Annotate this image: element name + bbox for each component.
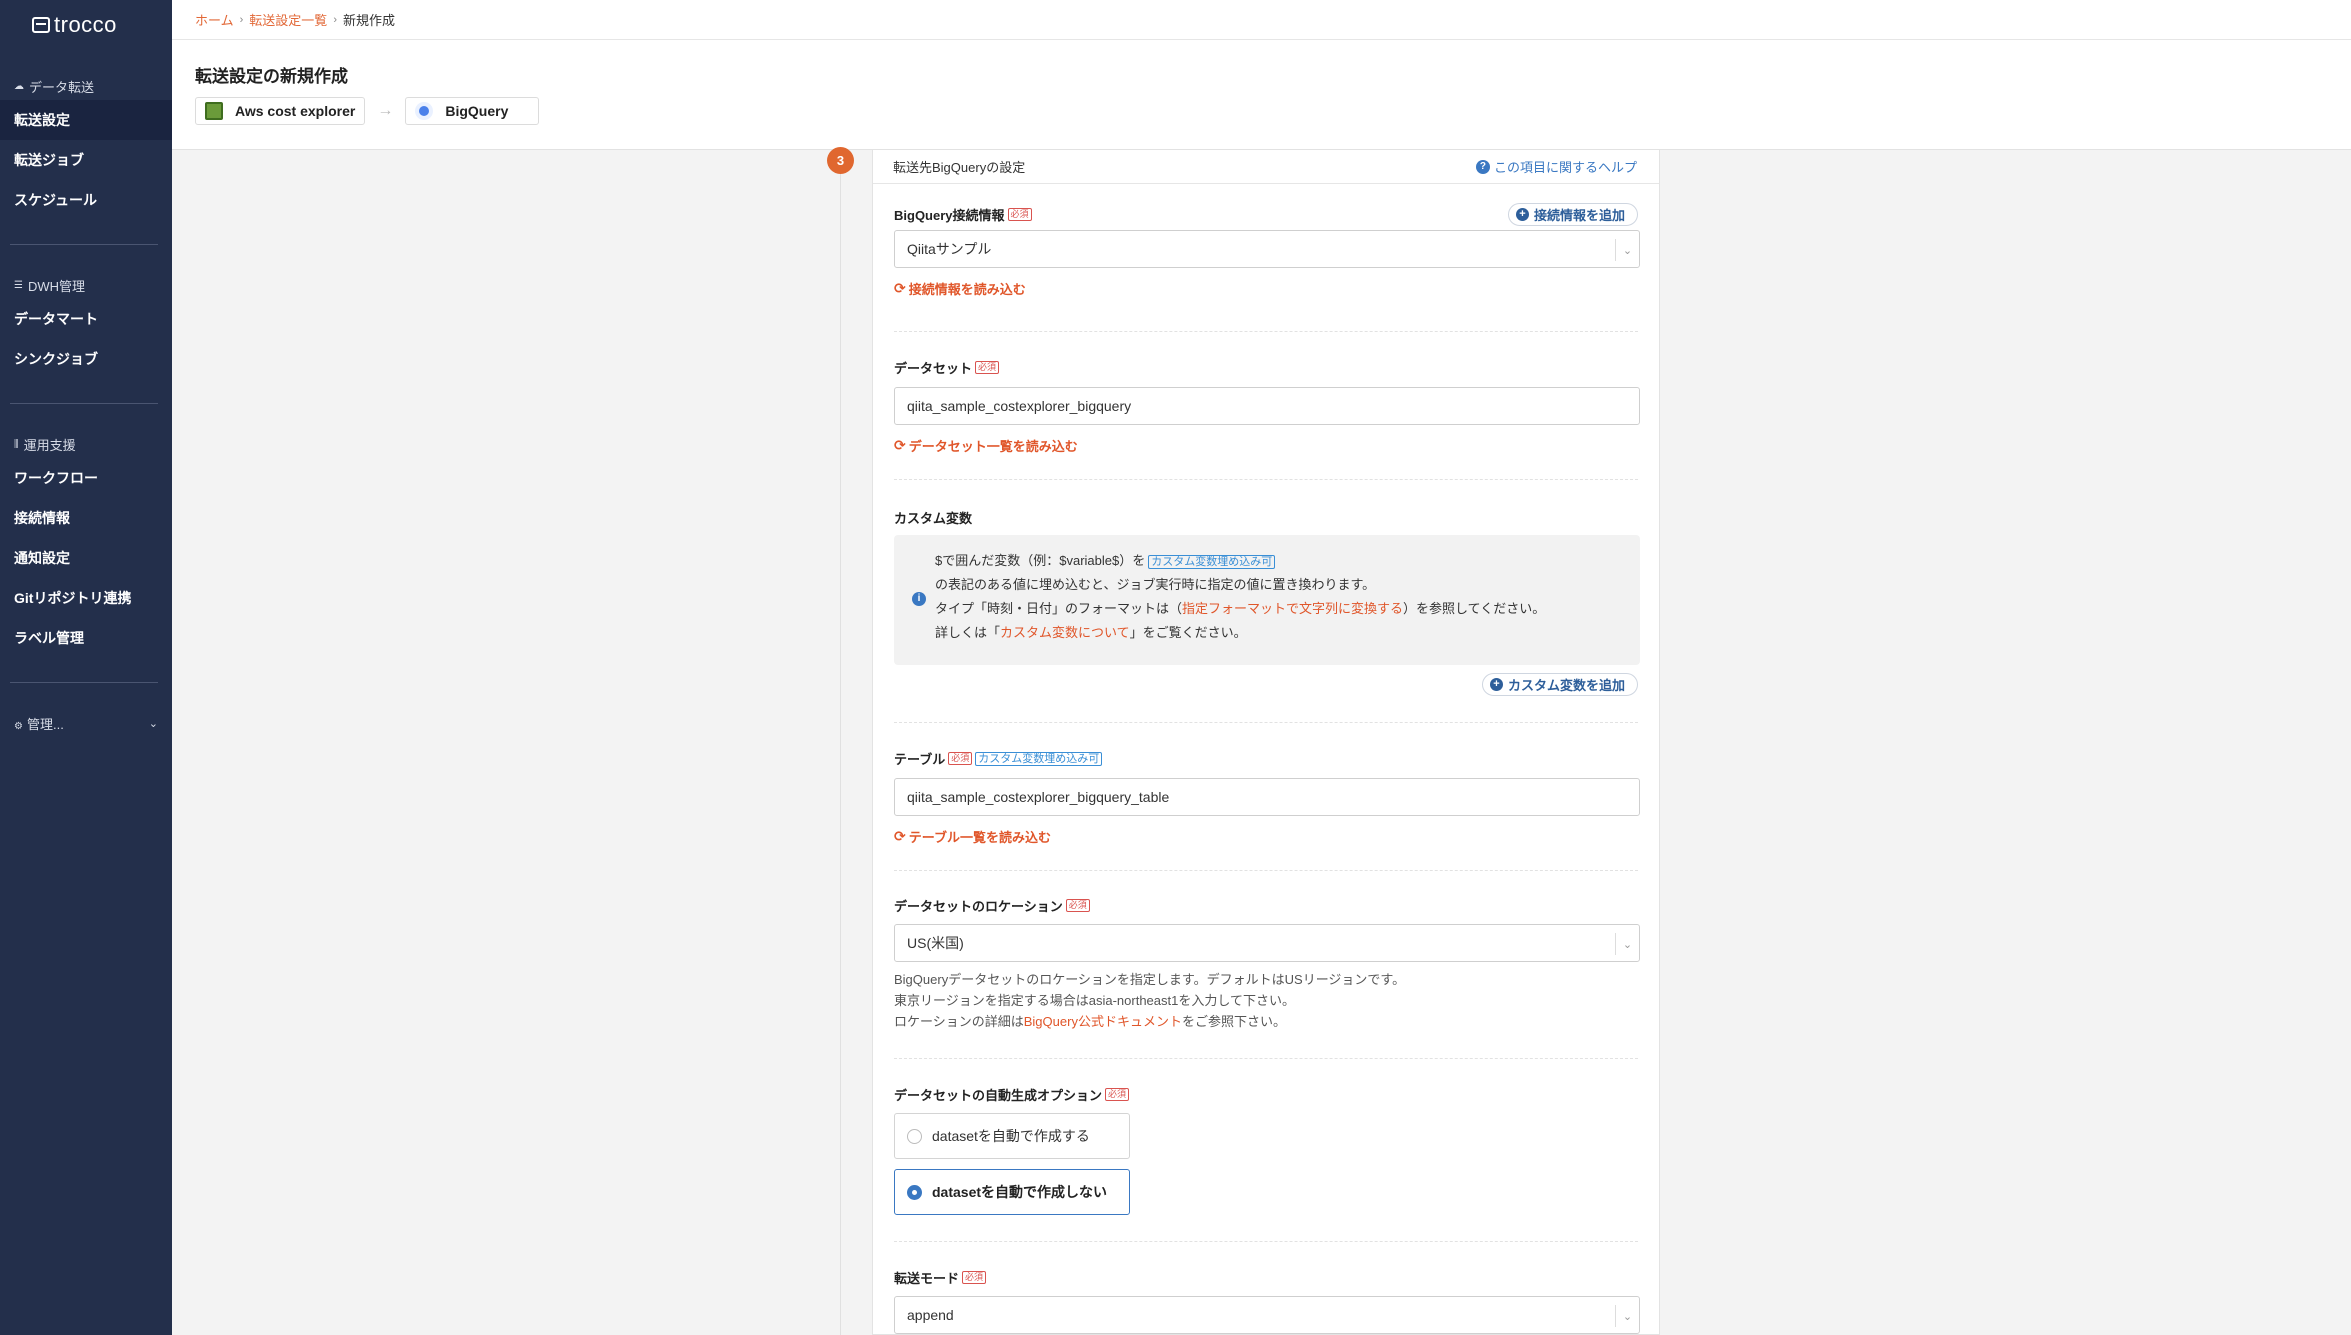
source-connector: Aws cost explorer (195, 97, 366, 125)
auto-create-option-no[interactable]: datasetを自動で作成しない (894, 1169, 1130, 1215)
format-link[interactable]: 指定フォーマットで文字列に変換する (1182, 601, 1403, 616)
custom-vars-doc-link[interactable]: カスタム変数について (1000, 625, 1130, 640)
reload-tables-link[interactable]: ⟳ テーブル一覧を読み込む (894, 827, 1638, 846)
plus-circle-icon: + (1515, 208, 1529, 221)
nav-section-data-transfer: ☁ データ転送 (14, 79, 95, 95)
chevron-down-icon: ⌄ (148, 717, 158, 730)
panel-header: 転送先BigQueryの設定 ? この項目に関するヘルプ (873, 150, 1659, 184)
nav-section-dwh: ☰ DWH管理 (14, 278, 86, 294)
refresh-icon: ⟳ (894, 280, 906, 296)
dataset-label: データセット 必須 (894, 358, 1638, 377)
sliders-icon: ⫼ (14, 438, 19, 450)
table-field: テーブル 必須 カスタム変数埋め込み可 qiita_sample_costexp… (894, 723, 1640, 871)
custom-vars-info: i $で囲んだ変数（例：$variable$）を カスタム変数埋め込み可 の表記の… (894, 535, 1640, 665)
custom-vars-label: カスタム変数 (894, 511, 973, 526)
sidebar-item-sync-jobs[interactable]: シンクジョブ (0, 339, 172, 379)
location-hint: BigQueryデータセットのロケーションを指定します。デフォルトはUSリージョ… (894, 972, 1406, 1029)
aws-cost-explorer-icon (205, 102, 223, 120)
sidebar-item-connections[interactable]: 接続情報 (0, 498, 172, 538)
connector-path: Aws cost explorer → BigQuery (172, 87, 2351, 125)
custom-vars-field: カスタム変数 i $で囲んだ変数（例：$variable$）を カスタム変数埋め込… (894, 480, 1640, 723)
radio-unselected (907, 1128, 922, 1144)
nav-section-ops: ⫼ 運用支援 (14, 437, 76, 453)
sidebar-admin-toggle[interactable]: ⚙ 管理... ⌄ (0, 709, 172, 737)
breadcrumb-transfer-list[interactable]: 転送設定一覧 (249, 10, 327, 29)
required-badge: 必須 (1065, 899, 1090, 912)
list-icon: ☰ (14, 279, 23, 291)
mode-select[interactable]: append ⌄ (894, 1296, 1640, 1334)
auto-create-label: データセットの自動生成オプション 必須 (894, 1085, 1638, 1104)
app-logo[interactable]: trocco (0, 0, 172, 50)
sidebar-item-notifications[interactable]: 通知設定 (0, 538, 172, 578)
sidebar-item-datamart[interactable]: データマート (0, 299, 172, 339)
required-badge: 必須 (948, 752, 973, 765)
refresh-icon: ⟳ (894, 437, 906, 453)
reload-connection-link[interactable]: ⟳ 接続情報を読み込む (894, 279, 1638, 298)
add-custom-var-button[interactable]: + カスタム変数を追加 (1481, 673, 1638, 696)
add-connection-button[interactable]: + 接続情報を追加 (1507, 203, 1638, 226)
location-field: データセットのロケーション 必須 US(米国) ⌄ BigQueryデータセット… (894, 871, 1640, 1059)
connection-field: BigQuery接続情報 必須 + 接続情報を追加 Qiitaサンプル ⌄ ⟳ … (894, 184, 1640, 332)
sidebar: trocco ☁ データ転送 転送設定 転送ジョブ スケジュール ☰ DWH管理… (0, 0, 172, 1335)
sidebar-item-labels[interactable]: ラベル管理 (0, 618, 172, 658)
mode-label: 転送モード 必須 (894, 1268, 1638, 1287)
required-badge: 必須 (975, 361, 1000, 374)
location-select[interactable]: US(米国) ⌄ (894, 924, 1640, 962)
breadcrumb-home[interactable]: ホーム (195, 10, 234, 29)
chevron-down-icon: ⌄ (1615, 933, 1639, 955)
bigquery-docs-link[interactable]: BigQuery公式ドキュメント (1024, 1014, 1182, 1029)
plus-circle-icon: + (1489, 678, 1503, 691)
sidebar-item-git[interactable]: Gitリポジトリ連携 (0, 578, 172, 618)
radio-selected (907, 1184, 922, 1200)
info-icon: i (912, 592, 926, 606)
connection-select[interactable]: Qiitaサンプル ⌄ (894, 230, 1640, 268)
auto-create-option-yes[interactable]: datasetを自動で作成する (894, 1113, 1130, 1159)
auto-create-field: データセットの自動生成オプション 必須 datasetを自動で作成する data… (894, 1059, 1638, 1242)
required-badge: 必須 (1007, 208, 1032, 221)
breadcrumb-separator-icon: › (333, 13, 337, 26)
dataset-field: データセット 必須 qiita_sample_costexplorer_bigq… (894, 332, 1640, 480)
required-badge: 必須 (1105, 1088, 1130, 1101)
step-badge: 3 (827, 147, 854, 174)
reload-datasets-link[interactable]: ⟳ データセット一覧を読み込む (894, 436, 1638, 455)
connection-label: BigQuery接続情報 必須 (894, 205, 1032, 224)
step-line (840, 150, 841, 1335)
breadcrumb-separator-icon: › (239, 13, 244, 26)
cloud-icon: ☁ (14, 80, 24, 92)
var-badge: カスタム変数埋め込み可 (975, 751, 1103, 766)
breadcrumb-current: 新規作成 (342, 13, 395, 28)
bigquery-icon (415, 102, 434, 120)
dataset-input[interactable]: qiita_sample_costexplorer_bigquery (894, 387, 1640, 425)
trocco-logo-icon (32, 17, 50, 33)
sidebar-item-workflow[interactable]: ワークフロー (0, 458, 172, 498)
help-link[interactable]: ? この項目に関するヘルプ (1475, 157, 1637, 176)
chevron-down-icon: ⌄ (1615, 239, 1639, 261)
destination-connector: BigQuery (405, 97, 540, 125)
chevron-down-icon: ⌄ (1615, 1305, 1639, 1327)
arrow-right-icon: → (377, 102, 394, 119)
location-label: データセットのロケーション 必須 (894, 896, 1638, 915)
page-header: ホーム › 転送設定一覧 › 新規作成 転送設定の新規作成 Aws cost e… (172, 0, 2351, 150)
sidebar-item-transfer-settings[interactable]: 転送設定 (0, 100, 172, 140)
refresh-icon: ⟳ (894, 828, 906, 844)
panel-title: 転送先BigQueryの設定 (893, 160, 1026, 175)
required-badge: 必須 (962, 1271, 987, 1284)
table-input[interactable]: qiita_sample_costexplorer_bigquery_table (894, 778, 1640, 816)
sidebar-item-schedule[interactable]: スケジュール (0, 180, 172, 220)
var-badge: カスタム変数埋め込み可 (1148, 555, 1276, 569)
sidebar-item-transfer-jobs[interactable]: 転送ジョブ (0, 140, 172, 180)
gear-icon: ⚙ (14, 720, 23, 732)
table-label: テーブル 必須 カスタム変数埋め込み可 (894, 749, 1638, 768)
breadcrumb: ホーム › 転送設定一覧 › 新規作成 (172, 0, 2351, 40)
mode-field: 転送モード 必須 append ⌄ (894, 1242, 1640, 1334)
destination-settings-panel: 転送先BigQueryの設定 ? この項目に関するヘルプ BigQuery接続情… (872, 150, 1660, 1335)
question-icon: ? (1475, 159, 1490, 174)
page-title: 転送設定の新規作成 (195, 67, 348, 86)
